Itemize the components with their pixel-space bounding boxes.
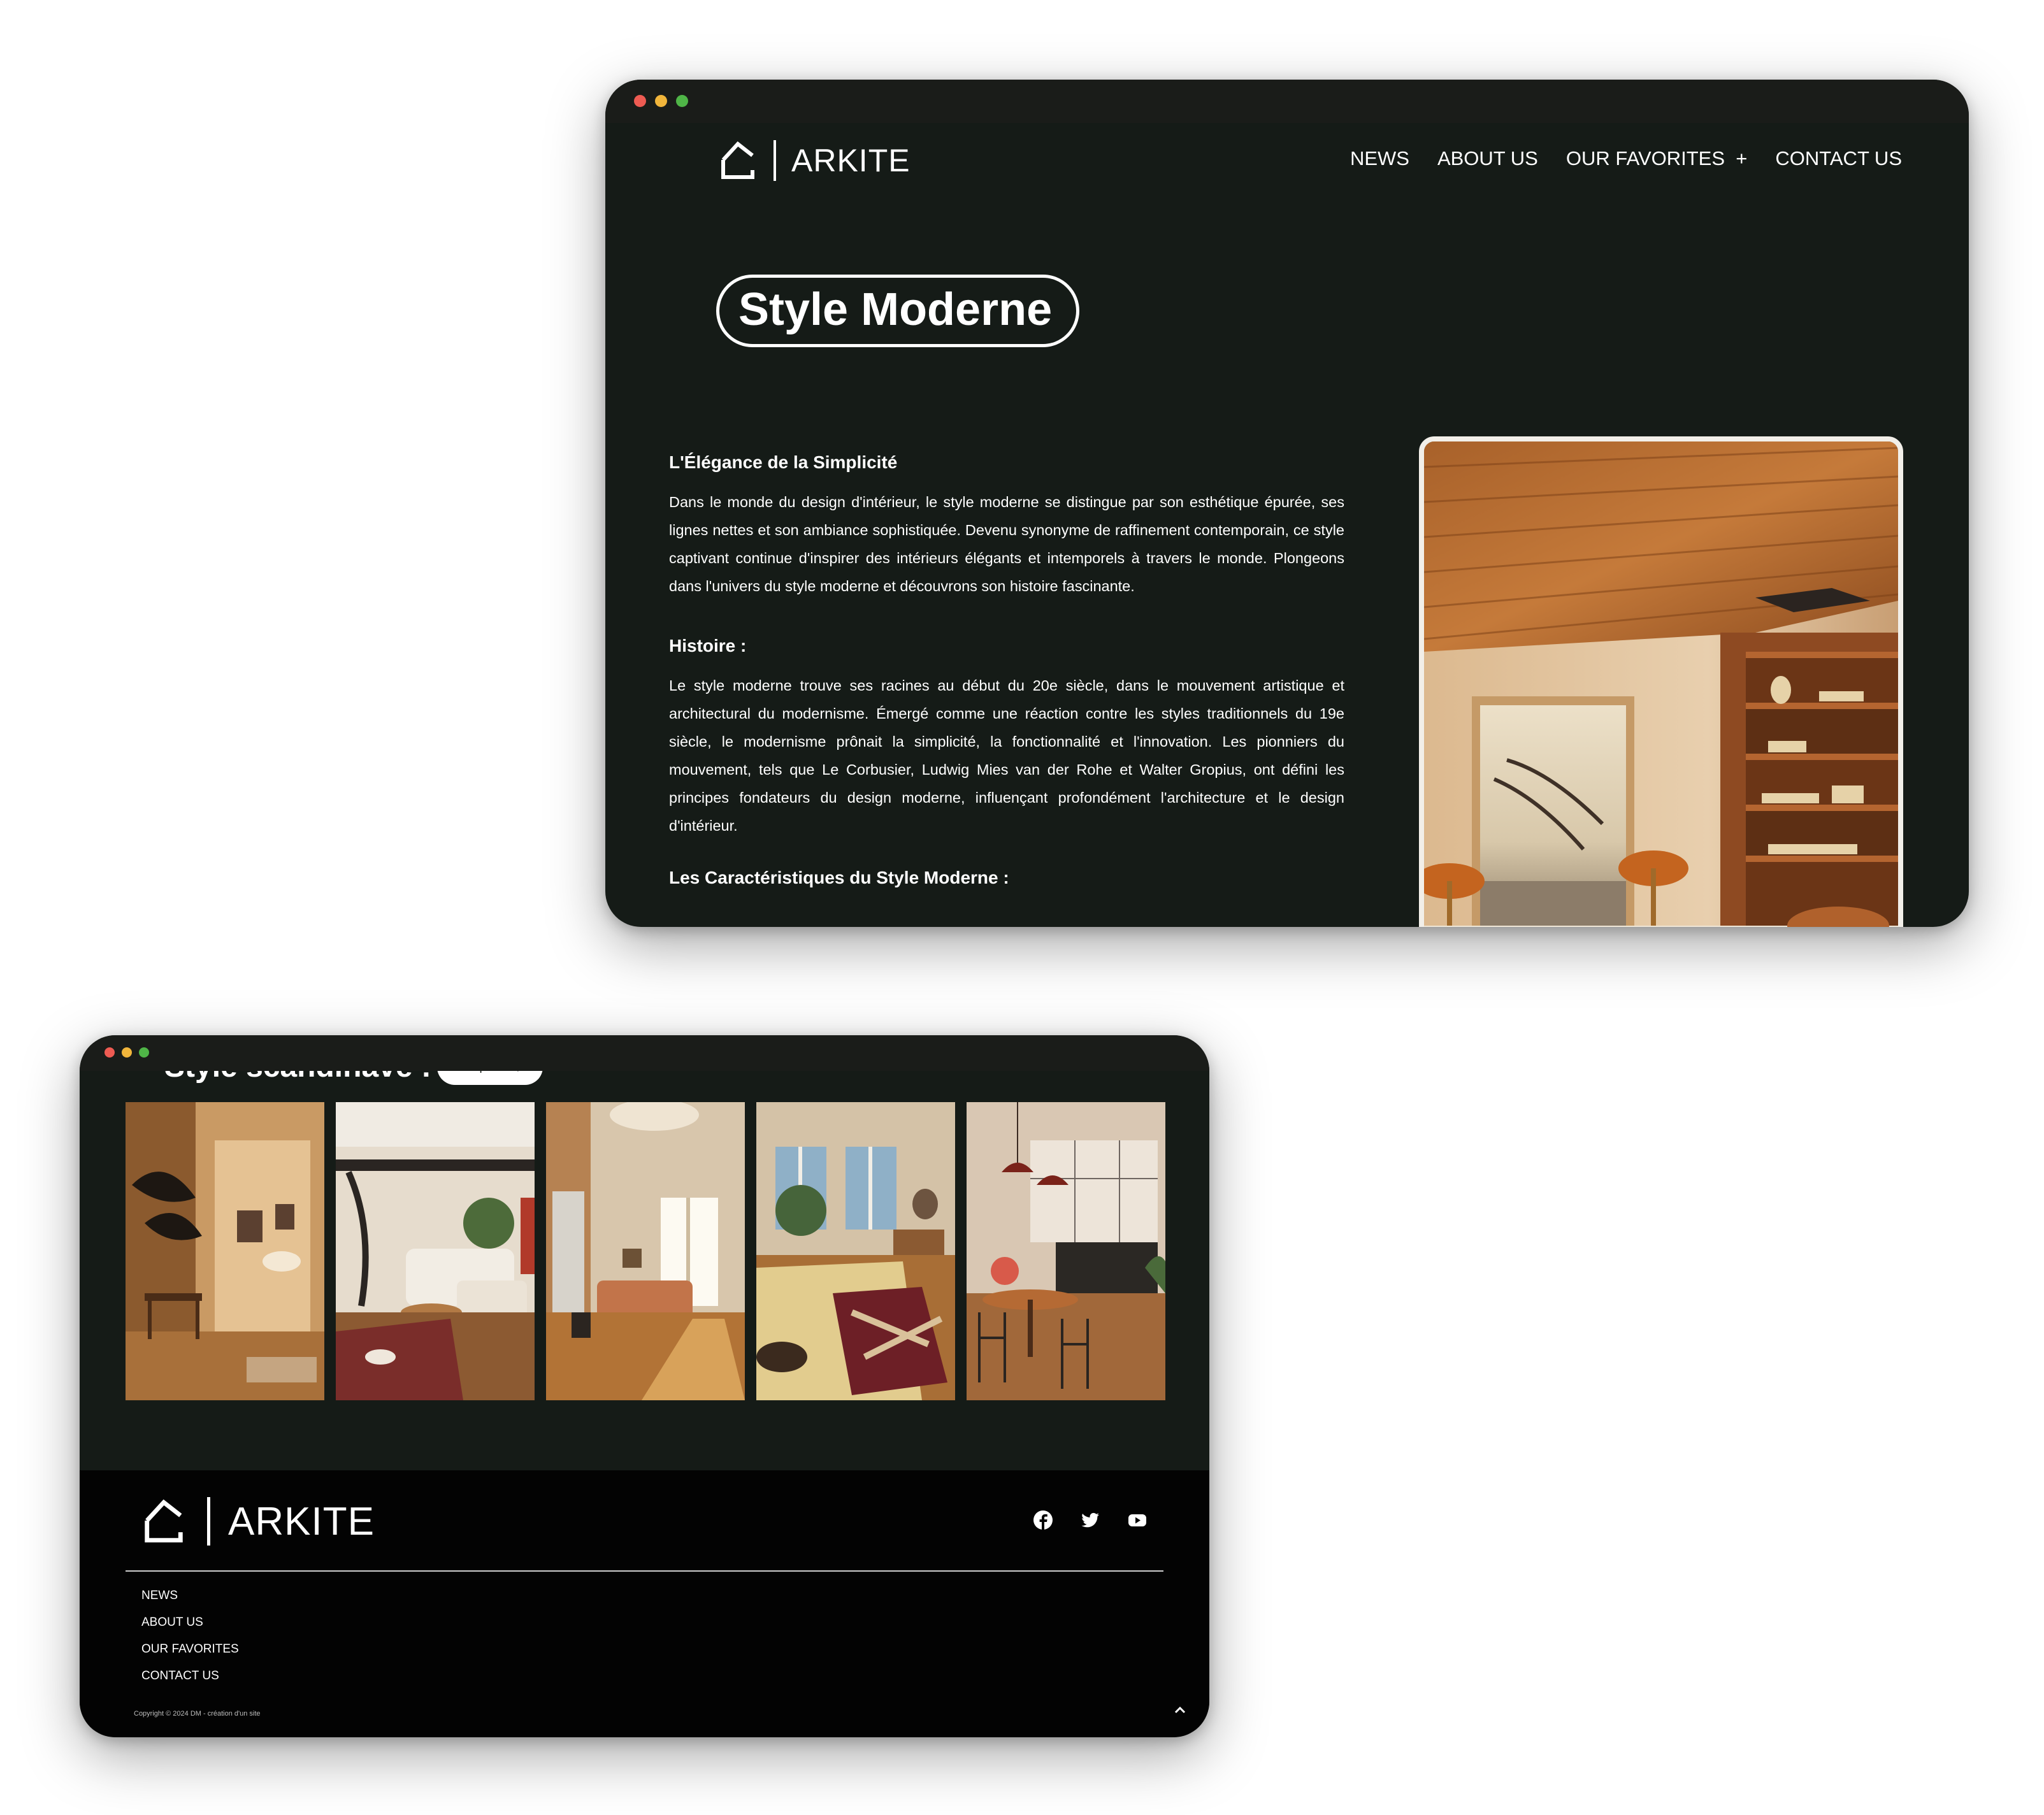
warm-hallway-photo <box>126 1102 324 1400</box>
section-body-elegance: Dans le monde du design d'intérieur, le … <box>669 494 1344 594</box>
footer-brand-name: ARKITE <box>228 1499 375 1544</box>
section-heading-elegance: L'Élégance de la Simplicité <box>669 452 898 472</box>
article-browser-window: ARKITE NEWS ABOUT US OUR FAVORITES + CON… <box>605 80 1969 927</box>
nav-link-news[interactable]: NEWS <box>1350 147 1409 170</box>
house-logo-icon <box>721 141 754 179</box>
nav-link-about-us[interactable]: ABOUT US <box>1437 147 1538 170</box>
footer-link-contact-us[interactable]: CONTACT US <box>141 1669 239 1682</box>
page-title: Style Moderne <box>716 275 1080 347</box>
twitter-icon[interactable] <box>1080 1510 1100 1530</box>
window-titlebar <box>80 1035 1209 1071</box>
youtube-icon[interactable] <box>1127 1510 1148 1530</box>
chevron-up-icon <box>1174 1706 1186 1714</box>
featured-interior-photo <box>1419 436 1903 927</box>
section-heading-caracteristiques: Les Caractéristiques du Style Moderne : <box>669 868 1009 887</box>
gallery-image-white-sofa[interactable] <box>336 1102 535 1400</box>
footer-nav: NEWS ABOUT US OUR FAVORITES CONTACT US <box>141 1589 239 1682</box>
close-window-button[interactable] <box>104 1047 115 1058</box>
logo-divider <box>207 1497 210 1546</box>
footer-link-our-favorites[interactable]: OUR FAVORITES <box>141 1642 239 1656</box>
brand-name: ARKITE <box>791 143 910 178</box>
scroll-to-top-button[interactable] <box>1171 1701 1189 1719</box>
site-footer: ARKITE NEWS ABOUT US OUR FAVORITES CONTA… <box>80 1470 1209 1737</box>
logo-divider <box>774 140 776 181</box>
footer-divider <box>126 1570 1163 1572</box>
main-nav: NEWS ABOUT US OUR FAVORITES + CONTACT US <box>1350 147 1902 170</box>
facebook-icon[interactable] <box>1033 1510 1053 1530</box>
gallery-image-warm-hallway[interactable] <box>126 1102 324 1400</box>
window-titlebar <box>605 80 1969 123</box>
footer-link-news[interactable]: NEWS <box>141 1589 239 1602</box>
dining-room-photo <box>967 1102 1165 1400</box>
social-links <box>1033 1510 1148 1530</box>
minimize-window-button[interactable] <box>655 95 667 107</box>
maximize-window-button[interactable] <box>139 1047 149 1058</box>
section-body-histoire: Le style moderne trouve ses racines au d… <box>669 677 1344 834</box>
close-window-button[interactable] <box>634 95 646 107</box>
house-logo-icon <box>145 1499 183 1543</box>
section-heading-histoire: Histoire : <box>669 636 747 656</box>
gallery-image-sunlit-room[interactable] <box>546 1102 745 1400</box>
gallery-grid <box>126 1102 1165 1400</box>
bed-and-armchair-photo <box>756 1102 955 1400</box>
nav-link-contact-us[interactable]: CONTACT US <box>1775 147 1902 170</box>
minimize-window-button[interactable] <box>122 1047 132 1058</box>
footer-logo[interactable]: ARKITE <box>143 1497 375 1546</box>
copyright-text: Copyright © 2024 DM - création d'un site <box>134 1710 261 1718</box>
site-logo[interactable]: ARKITE <box>720 140 910 181</box>
sunlit-parquet-room-photo <box>546 1102 745 1400</box>
gallery-browser-window: Style scandinave : voir plus <box>80 1035 1209 1737</box>
white-sofa-living-room-photo <box>336 1102 535 1400</box>
article-content: L'Élégance de la Simplicité Dans le mond… <box>669 452 1344 903</box>
footer-link-about-us[interactable]: ABOUT US <box>141 1616 239 1629</box>
wood-ceiling-living-room-image <box>1424 441 1898 927</box>
maximize-window-button[interactable] <box>676 95 688 107</box>
gallery-image-bedroom[interactable] <box>756 1102 955 1400</box>
gallery-image-dining-room[interactable] <box>967 1102 1165 1400</box>
nav-link-our-favorites[interactable]: OUR FAVORITES + <box>1566 147 1748 170</box>
